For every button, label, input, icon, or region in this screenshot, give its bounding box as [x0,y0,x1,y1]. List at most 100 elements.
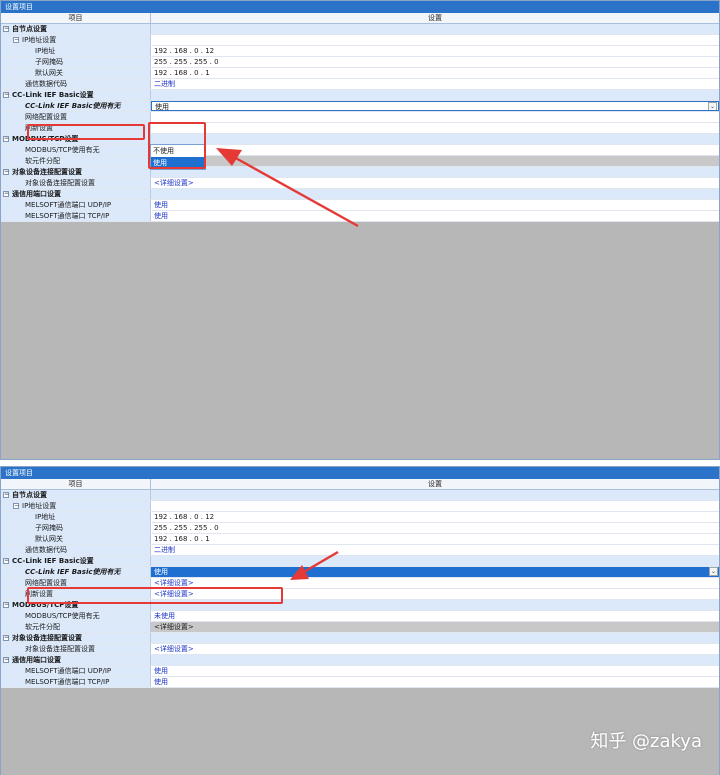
collapse-toggle-icon[interactable]: − [3,602,9,608]
table-row[interactable]: IP地址 192 . 168 . 0 . 12 [1,512,719,523]
row-value[interactable] [151,112,719,122]
row-label: − IP地址设置 [1,35,151,45]
row-value-text: 255 . 255 . 255 . 0 [154,58,219,66]
table-row[interactable]: 网络配置设置 [1,112,719,123]
row-label-text: MELSOFT通信端口 UDP/IP [25,667,112,675]
row-value[interactable]: 使用 ⌄ [151,567,719,577]
row-value[interactable] [151,123,719,133]
table-row[interactable]: − 通信用端口设置 [1,189,719,200]
table-row[interactable]: MELSOFT通信端口 TCP/IP 使用 [1,677,719,688]
collapse-toggle-icon[interactable]: − [3,558,9,564]
row-value[interactable]: 192 . 168 . 0 . 1 [151,68,719,78]
row-value[interactable]: 使用 [151,677,719,687]
row-value[interactable] [151,35,719,45]
row-label: − CC-Link IEF Basic设置 [1,90,151,100]
row-label: 软元件分配 [1,156,151,166]
chevron-down-icon[interactable]: ⌄ [708,102,717,110]
row-label-text: 对象设备连接配置设置 [12,634,82,642]
row-value[interactable]: 二进制 [151,79,719,89]
row-value[interactable]: 192 . 168 . 0 . 1 [151,534,719,544]
row-value[interactable]: 未使用 [151,145,719,155]
table-row[interactable]: MELSOFT通信端口 UDP/IP 使用 [1,666,719,677]
row-value[interactable]: 使用 ⌄ [151,101,719,111]
row-value-text: 未使用 [154,612,175,620]
row-value[interactable]: 255 . 255 . 255 . 0 [151,523,719,533]
table-row[interactable]: 默认网关 192 . 168 . 0 . 1 [1,534,719,545]
table-row[interactable]: − 自节点设置 [1,490,719,501]
row-value[interactable]: 使用 [151,666,719,676]
row-label-text: 通信用端口设置 [12,656,61,664]
row-value[interactable]: <详细设置> [151,156,719,166]
table-row[interactable]: MODBUS/TCP使用有无 未使用 [1,611,719,622]
table-row[interactable]: 子网掩码 255 . 255 . 255 . 0 [1,523,719,534]
row-value-text: 使用 [154,568,168,576]
settings-panel-top: 设置项目 项目 设置 − 自节点设置 − IP地址设置 IP地址 192 . 168 . … [0,0,720,460]
row-value [151,633,719,643]
row-value[interactable]: 192 . 168 . 0 . 12 [151,512,719,522]
table-row[interactable]: − 对象设备连接配置设置 [1,633,719,644]
table-row[interactable]: − CC-Link IEF Basic设置 [1,556,719,567]
row-value[interactable]: <详细设置> [151,644,719,654]
row-label: − 自节点设置 [1,490,151,500]
row-value[interactable]: 使用 [151,200,719,210]
row-value[interactable]: 二进制 [151,545,719,555]
table-row[interactable]: 对象设备连接配置设置 <详细设置> [1,178,719,189]
collapse-toggle-icon[interactable]: − [13,37,19,43]
row-label: 通信数据代码 [1,79,151,89]
row-value[interactable]: <详细设置> [151,622,719,632]
table-row[interactable]: 对象设备连接配置设置 <详细设置> [1,644,719,655]
chevron-down-icon[interactable]: ⌄ [709,567,718,576]
table-row[interactable]: MELSOFT通信端口 UDP/IP 使用 [1,200,719,211]
table-row[interactable]: MODBUS/TCP使用有无 未使用 [1,145,719,156]
table-row[interactable]: 默认网关 192 . 168 . 0 . 1 [1,68,719,79]
collapse-toggle-icon[interactable]: − [13,503,19,509]
table-row[interactable]: 子网掩码 255 . 255 . 255 . 0 [1,57,719,68]
row-value[interactable]: 使用 [151,211,719,221]
row-label: 对象设备连接配置设置 [1,644,151,654]
table-row[interactable]: − IP地址设置 [1,35,719,46]
table-row[interactable]: − 自节点设置 [1,24,719,35]
row-label: − 对象设备连接配置设置 [1,633,151,643]
table-row[interactable]: − 对象设备连接配置设置 [1,167,719,178]
row-value-text: 192 . 168 . 0 . 12 [154,513,215,521]
collapse-toggle-icon[interactable]: − [3,492,9,498]
row-value[interactable] [151,501,719,511]
collapse-toggle-icon[interactable]: − [3,635,9,641]
table-row[interactable]: 软元件分配 <详细设置> [1,622,719,633]
table-row[interactable]: 软元件分配 <详细设置> [1,156,719,167]
table-row[interactable]: MELSOFT通信端口 TCP/IP 使用 [1,211,719,222]
collapse-toggle-icon[interactable]: − [3,169,9,175]
collapse-toggle-icon[interactable]: − [3,136,9,142]
row-label: CC-Link IEF Basic使用有无 [1,101,151,111]
row-label: − 通信用端口设置 [1,189,151,199]
table-row[interactable]: 通信数据代码 二进制 [1,545,719,556]
row-label: IP地址 [1,46,151,56]
collapse-toggle-icon[interactable]: − [3,92,9,98]
row-label: MELSOFT通信端口 TCP/IP [1,677,151,687]
row-value [151,189,719,199]
row-label: − CC-Link IEF Basic设置 [1,556,151,566]
table-row[interactable]: − IP地址设置 [1,501,719,512]
row-value[interactable]: 未使用 [151,611,719,621]
row-label-text: 子网掩码 [35,524,63,532]
row-value[interactable]: <详细设置> [151,178,719,188]
row-label-text: 软元件分配 [25,157,60,165]
table-row[interactable]: CC-Link IEF Basic使用有无 使用 ⌄ [1,567,719,578]
row-value[interactable]: 192 . 168 . 0 . 12 [151,46,719,56]
row-label-text: 网络配置设置 [25,579,67,587]
collapse-toggle-icon[interactable]: − [3,657,9,663]
row-value-text: 使用 [154,667,168,675]
row-value-text: 192 . 168 . 0 . 1 [154,69,210,77]
table-row[interactable]: − CC-Link IEF Basic设置 [1,90,719,101]
table-row[interactable]: − 通信用端口设置 [1,655,719,666]
collapse-toggle-icon[interactable]: − [3,191,9,197]
row-value[interactable]: 255 . 255 . 255 . 0 [151,57,719,67]
table-row[interactable]: 通信数据代码 二进制 [1,79,719,90]
collapse-toggle-icon[interactable]: − [3,26,9,32]
row-label-text: MODBUS/TCP使用有无 [25,612,100,620]
table-row[interactable]: IP地址 192 . 168 . 0 . 12 [1,46,719,57]
row-label-text: CC-Link IEF Basic设置 [12,557,94,565]
settings-grid: − 自节点设置 − IP地址设置 IP地址 192 . 168 . 0 . 12 子网掩码 2… [1,24,719,222]
table-row[interactable]: CC-Link IEF Basic使用有无 使用 ⌄ [1,101,719,112]
row-value-text: 使用 [154,678,168,686]
